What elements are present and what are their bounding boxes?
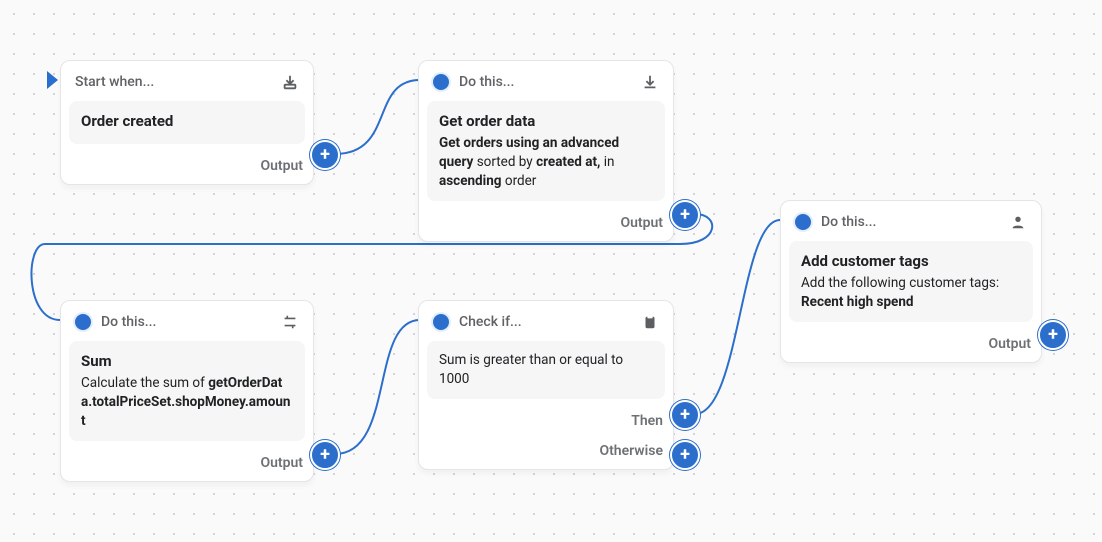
node-footer: Then Otherwise [419, 409, 673, 469]
output-label: Output [988, 336, 1031, 352]
node-description: Add the following customer tags: Recent … [801, 274, 1021, 312]
otherwise-add-button[interactable] [670, 440, 700, 470]
configure-icon [281, 313, 299, 331]
node-footer: Output [61, 451, 313, 481]
node-header-label: Do this... [101, 314, 156, 330]
node-title: Order created [81, 111, 293, 132]
node-header-label: Do this... [821, 214, 876, 230]
node-description: Get orders using an advanced query sorte… [439, 134, 653, 191]
status-dot-icon [795, 214, 811, 230]
output-label: Output [620, 215, 663, 231]
node-header: Do this... [61, 301, 313, 341]
node-body: Add customer tags Add the following cust… [789, 241, 1033, 322]
status-dot-icon [433, 314, 449, 330]
node-header: Do this... [419, 61, 673, 101]
otherwise-label: Otherwise [599, 443, 663, 459]
condition-text: Sum is greater than or equal to 1000 [439, 351, 653, 389]
trigger-node[interactable]: Start when... Order created Output [60, 60, 314, 185]
node-header-label: Check if... [459, 314, 522, 330]
add-step-button[interactable] [310, 440, 340, 470]
add-customer-tags-node[interactable]: Do this... Add customer tags Add the fol… [780, 200, 1042, 363]
clipboard-icon [641, 313, 659, 331]
add-step-button[interactable] [670, 200, 700, 230]
output-label: Output [260, 455, 303, 471]
node-body: Sum Calculate the sum of getOrderData.to… [69, 341, 305, 441]
node-title: Add customer tags [801, 251, 1021, 272]
node-footer: Output [781, 332, 1041, 362]
then-label: Then [631, 413, 663, 429]
node-title: Get order data [439, 111, 653, 132]
add-step-button[interactable] [1038, 320, 1068, 350]
node-footer: Output [419, 211, 673, 241]
node-header-label: Start when... [75, 74, 154, 90]
node-header-label: Do this... [459, 74, 514, 90]
get-order-data-node[interactable]: Do this... Get order data Get orders usi… [418, 60, 674, 242]
node-description: Calculate the sum of getOrderData.totalP… [81, 374, 293, 431]
node-title: Sum [81, 351, 293, 372]
import-icon [281, 73, 299, 91]
add-step-button[interactable] [310, 140, 340, 170]
node-body: Order created [69, 101, 305, 144]
sum-node[interactable]: Do this... Sum Calculate the sum of getO… [60, 300, 314, 482]
status-dot-icon [433, 74, 449, 90]
download-icon [641, 73, 659, 91]
condition-node[interactable]: Check if... Sum is greater than or equal… [418, 300, 674, 470]
output-label: Output [260, 158, 303, 174]
person-icon [1009, 213, 1027, 231]
then-add-button[interactable] [670, 400, 700, 430]
status-dot-icon [75, 314, 91, 330]
node-header: Start when... [61, 61, 313, 101]
node-body: Sum is greater than or equal to 1000 [427, 341, 665, 399]
node-body: Get order data Get orders using an advan… [427, 101, 665, 201]
node-header: Do this... [781, 201, 1041, 241]
node-footer: Output [61, 154, 313, 184]
start-marker-icon [47, 71, 58, 89]
node-header: Check if... [419, 301, 673, 341]
